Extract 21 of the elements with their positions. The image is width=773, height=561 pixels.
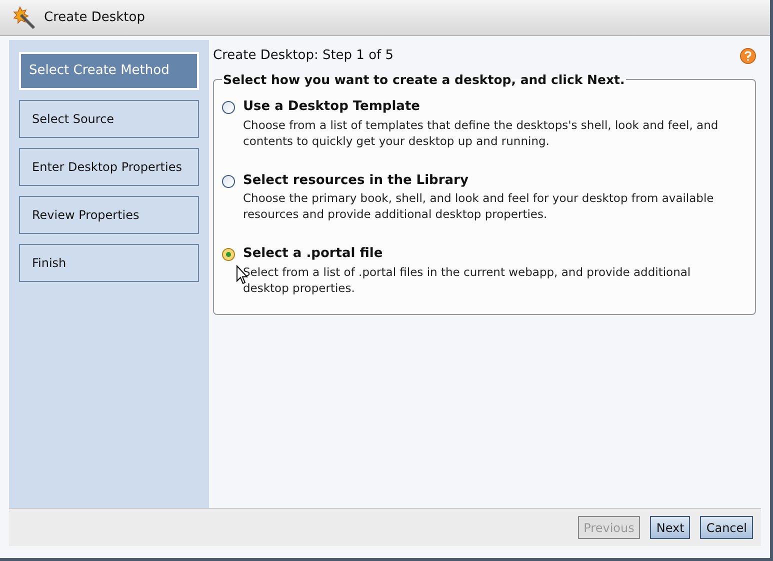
wizard-step[interactable]: Review Properties bbox=[19, 196, 199, 234]
step-heading: Create Desktop: Step 1 of 5 bbox=[213, 47, 394, 65]
radio-button[interactable] bbox=[222, 174, 235, 188]
wizard-button[interactable]: Cancel bbox=[700, 516, 753, 539]
wizard-button[interactable]: Next bbox=[650, 516, 690, 539]
wizard-step[interactable]: Select Source bbox=[19, 100, 199, 138]
magic-wand-icon bbox=[12, 6, 36, 30]
option-description: Select from a list of .portal files in the current webapp, and provide additional desktop properties. bbox=[243, 264, 692, 296]
wizard-step[interactable]: Enter Desktop Properties bbox=[19, 148, 199, 186]
window-title: Create Desktop bbox=[44, 8, 145, 27]
wizard-step[interactable]: Select Create Method bbox=[19, 52, 199, 90]
radio-button[interactable] bbox=[222, 248, 235, 262]
help-icon[interactable] bbox=[740, 48, 756, 64]
option-description: Choose the primary book, shell, and look and feel for your desktop from available resources and provide additional desktop properties. bbox=[243, 190, 715, 222]
option-title: Select resources in the Library bbox=[243, 172, 470, 190]
option-title: Use a Desktop Template bbox=[243, 98, 421, 116]
wizard-step[interactable]: Finish bbox=[19, 244, 199, 282]
group-legend: Select how you want to create a desktop, and click Next. bbox=[222, 70, 626, 90]
radio-button[interactable] bbox=[222, 101, 235, 114]
option-title: Select a .portal file bbox=[243, 245, 384, 264]
option-description: Choose from a list of templates that define the desktops's shell, look and feel, and contents to quickly get your desktop up and running. bbox=[243, 116, 720, 149]
